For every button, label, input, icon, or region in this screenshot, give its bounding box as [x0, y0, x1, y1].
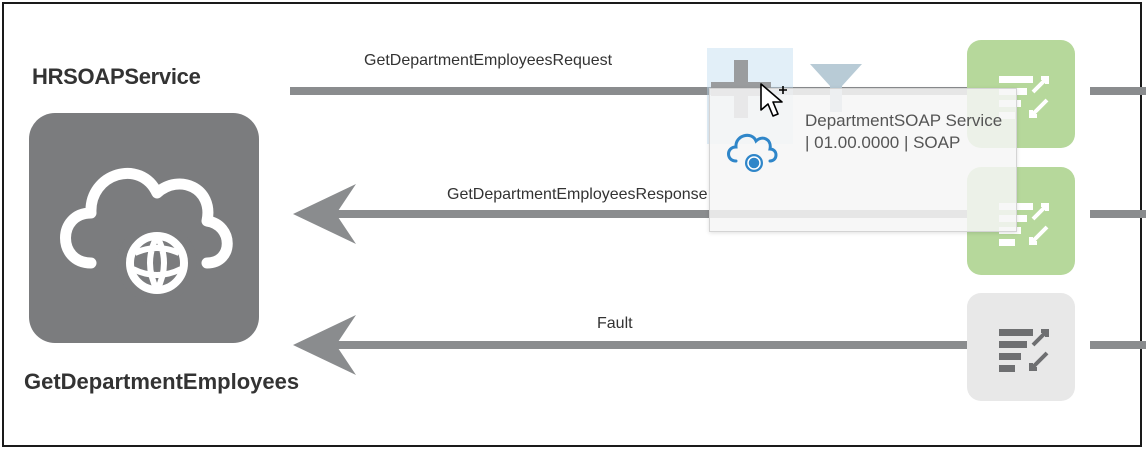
operation-name: GetDepartmentEmployees	[24, 369, 300, 394]
fault-label: Fault	[597, 315, 633, 332]
service-title: HRSOAPService	[32, 64, 201, 89]
service-tile[interactable]	[29, 113, 259, 343]
fault-wire-out[interactable]	[1090, 341, 1146, 349]
drag-preview-label: DepartmentSOAP Service | 01.00.0000 | SO…	[805, 111, 1003, 152]
cloud-globe-icon	[727, 133, 778, 172]
cloud-globe-icon	[60, 167, 233, 303]
request-wire-out[interactable]	[1090, 87, 1146, 95]
response-label: GetDepartmentEmployeesResponse	[447, 186, 708, 203]
fault-mapper-button[interactable]	[967, 293, 1075, 401]
request-label: GetDepartmentEmployeesRequest	[364, 52, 613, 69]
response-wire-out[interactable]	[1090, 210, 1146, 218]
mapper-icon	[999, 329, 1049, 372]
fault-wire[interactable]	[330, 341, 970, 349]
add-cursor-icon	[760, 83, 787, 117]
